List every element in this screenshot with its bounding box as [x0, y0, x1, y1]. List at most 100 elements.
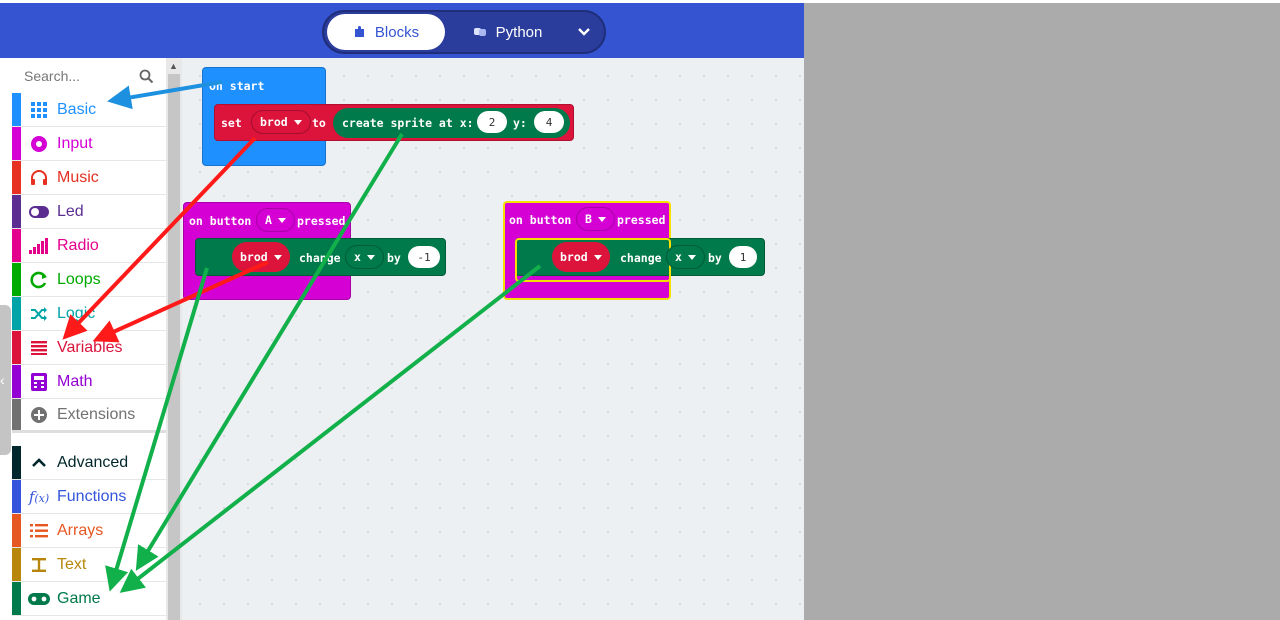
target-icon	[21, 135, 57, 153]
change-label: change	[299, 251, 341, 265]
on-button-label: on button	[509, 213, 572, 227]
variable-name: brod	[560, 250, 588, 264]
blocks-mode-label: Blocks	[374, 23, 420, 41]
on-button-label: on button	[189, 214, 252, 228]
bulleted-list-icon	[21, 523, 57, 538]
category-label: Radio	[57, 236, 99, 254]
signal-icon	[21, 237, 57, 254]
caret-down-icon	[687, 254, 696, 260]
category-color-bar	[12, 514, 21, 547]
scroll-up-icon[interactable]: ▲	[169, 61, 178, 71]
search-input[interactable]: Search...	[24, 68, 80, 84]
category-radio[interactable]: Radio	[12, 229, 166, 263]
button-name: B	[585, 212, 592, 226]
search-icon	[139, 69, 154, 83]
caret-down-icon	[597, 216, 606, 222]
axis-name: x	[354, 250, 361, 264]
makecode-editor: Blocks Python Search... Basic Input Musi…	[0, 0, 1280, 620]
editor-mode-toggle: Blocks Python	[322, 10, 606, 54]
editor-header: Blocks Python	[0, 3, 804, 58]
text-icon	[21, 557, 57, 573]
category-math[interactable]: Math	[12, 365, 166, 399]
y-value-field[interactable]: 4	[534, 111, 564, 133]
x-value-field[interactable]: 2	[477, 111, 507, 133]
python-mode-button[interactable]: Python	[448, 14, 566, 50]
toolbox-search[interactable]: Search...	[12, 62, 164, 90]
category-color-bar	[12, 127, 21, 160]
axis-dropdown[interactable]: x	[666, 245, 705, 269]
variable-dropdown[interactable]: brod	[251, 110, 311, 134]
axis-name: x	[675, 250, 682, 264]
collapse-toolbox-tab[interactable]: ‹	[0, 305, 11, 455]
amount-field[interactable]: -1	[408, 246, 440, 268]
toolbox-scrollbar[interactable]: ▲	[166, 58, 182, 620]
category-color-bar	[12, 331, 21, 364]
sprite-variable-dropdown[interactable]: brod	[232, 242, 290, 272]
category-advanced[interactable]: Advanced	[12, 446, 166, 480]
category-game[interactable]: Game	[12, 582, 166, 616]
category-label: Logic	[57, 304, 96, 322]
caret-down-icon	[366, 254, 375, 260]
caret-down-icon	[293, 119, 302, 125]
button-dropdown[interactable]: A	[256, 208, 295, 232]
button-dropdown[interactable]: B	[576, 207, 615, 231]
category-loops[interactable]: Loops	[12, 263, 166, 297]
caret-down-icon	[593, 254, 602, 260]
chevron-left-icon: ‹	[0, 372, 5, 388]
chevron-up-icon	[21, 457, 57, 468]
amount-field[interactable]: 1	[729, 246, 757, 268]
change-label: change	[620, 251, 662, 265]
sprite-variable-dropdown[interactable]: brod	[552, 242, 610, 272]
category-color-bar	[12, 480, 21, 513]
category-label: Variables	[57, 338, 123, 356]
category-logic[interactable]: Logic	[12, 297, 166, 331]
language-dropdown-button[interactable]	[574, 22, 594, 42]
category-label: Math	[57, 372, 93, 390]
refresh-icon	[21, 271, 57, 289]
category-label: Extensions	[57, 405, 136, 423]
by-label: by	[387, 251, 401, 265]
variable-name: brod	[240, 250, 268, 264]
axis-dropdown[interactable]: x	[345, 245, 384, 269]
category-text[interactable]: Text	[12, 548, 166, 582]
toggle-icon	[21, 205, 57, 218]
python-mode-label: Python	[495, 23, 543, 41]
caret-down-icon	[273, 254, 282, 260]
pressed-label: pressed	[617, 213, 666, 227]
on-start-label: on start	[209, 79, 265, 93]
category-variables[interactable]: Variables	[12, 331, 166, 365]
category-basic[interactable]: Basic	[12, 93, 166, 127]
category-label: Arrays	[57, 521, 104, 539]
caret-down-icon	[277, 217, 286, 223]
category-color-bar	[12, 297, 21, 330]
by-label: by	[708, 251, 722, 265]
grid-icon	[21, 101, 57, 119]
category-input[interactable]: Input	[12, 127, 166, 161]
puzzle-icon	[354, 26, 364, 37]
category-color-bar	[12, 399, 21, 430]
category-color-bar	[12, 93, 21, 126]
shuffle-icon	[21, 306, 57, 322]
category-extensions[interactable]: Extensions	[12, 399, 166, 433]
blocks-mode-button[interactable]: Blocks	[327, 14, 445, 50]
y-label: y:	[513, 116, 527, 130]
category-label: Functions	[57, 487, 127, 505]
category-led[interactable]: Led	[12, 195, 166, 229]
category-music[interactable]: Music	[12, 161, 166, 195]
category-color-bar	[12, 365, 21, 398]
category-label: Loops	[57, 270, 101, 288]
category-label: Basic	[57, 100, 97, 118]
category-arrays[interactable]: Arrays	[12, 514, 166, 548]
variable-name: brod	[260, 115, 288, 129]
category-color-bar	[12, 446, 21, 479]
category-functions[interactable]: f(x) Functions	[12, 480, 166, 514]
category-color-bar	[12, 161, 21, 194]
scrollbar-thumb[interactable]	[168, 74, 180, 620]
category-color-bar	[12, 195, 21, 228]
category-color-bar	[12, 229, 21, 262]
chevron-down-icon	[578, 28, 590, 36]
plus-circle-icon	[21, 406, 57, 424]
calculator-icon	[21, 372, 57, 391]
list-icon	[21, 340, 57, 355]
simulator-area	[804, 3, 1280, 620]
